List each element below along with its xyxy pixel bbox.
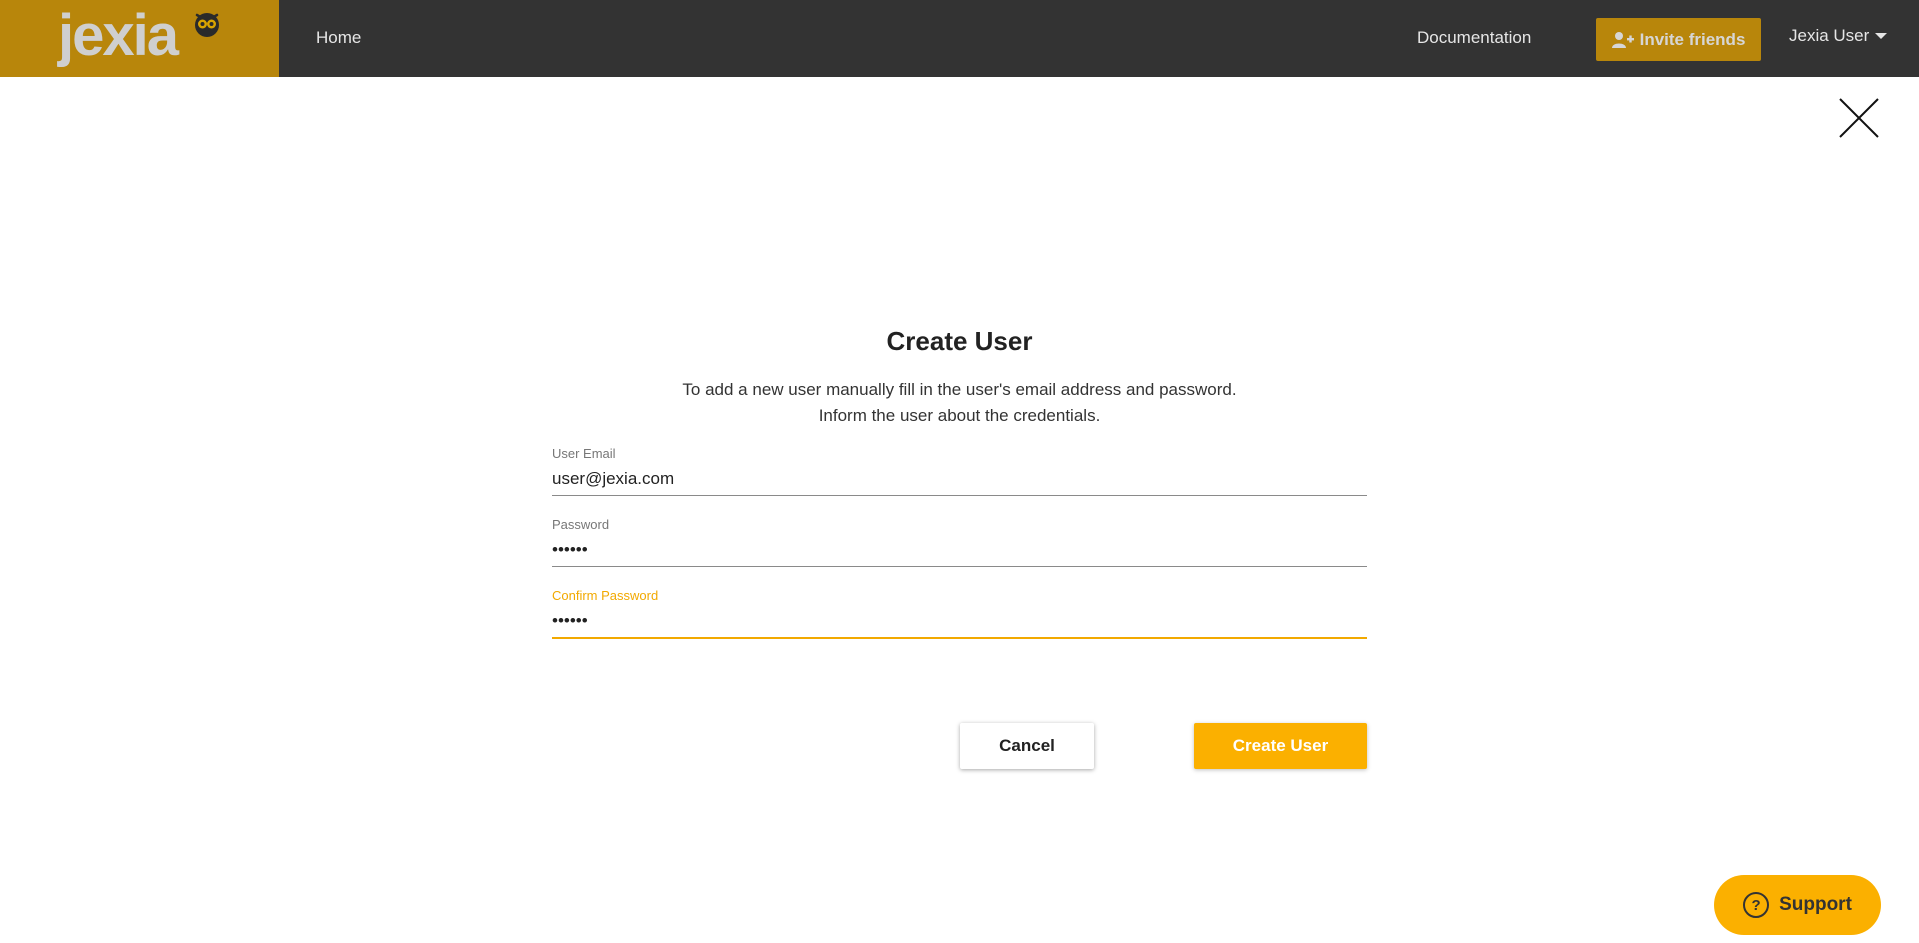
user-plus-icon [1611,31,1634,48]
caret-down-icon [1875,33,1888,39]
description-line-1: To add a new user manually fill in the u… [682,380,1237,399]
email-field: User Email [552,446,1367,496]
cancel-button[interactable]: Cancel [960,723,1094,769]
user-menu-label: Jexia User [1789,26,1870,45]
invite-friends-label: Invite friends [1639,29,1746,49]
confirm-password-field: Confirm Password [552,588,1367,639]
confirm-password-input[interactable] [552,607,1367,639]
dialog-title: Create User [886,326,1033,356]
support-label: Support [1779,894,1852,915]
owl-icon [195,13,219,37]
logo[interactable]: jexia [0,0,279,77]
nav-documentation-link[interactable]: Documentation [1417,28,1531,48]
top-navigation-bar: jexia Home Documentation Invite friends … [0,0,1919,77]
question-circle-icon: ? [1743,892,1770,918]
password-input[interactable] [552,536,1367,567]
logo-text: jexia [58,3,179,68]
invite-friends-button[interactable]: Invite friends [1596,18,1761,61]
description-line-2: Inform the user about the credentials. [818,406,1101,425]
password-field: Password [552,517,1367,567]
email-field-label: User Email [552,446,616,461]
support-button[interactable]: ? Support [1714,875,1881,935]
user-menu-dropdown[interactable]: Jexia User [1789,26,1888,46]
close-icon[interactable] [1838,97,1880,139]
confirm-password-field-label: Confirm Password [552,588,659,603]
email-input[interactable] [552,465,1367,496]
create-user-button[interactable]: Create User [1194,723,1367,769]
password-field-label: Password [552,517,610,532]
nav-home-link[interactable]: Home [316,28,361,48]
dialog-description: To add a new user manually fill in the u… [0,377,1919,429]
